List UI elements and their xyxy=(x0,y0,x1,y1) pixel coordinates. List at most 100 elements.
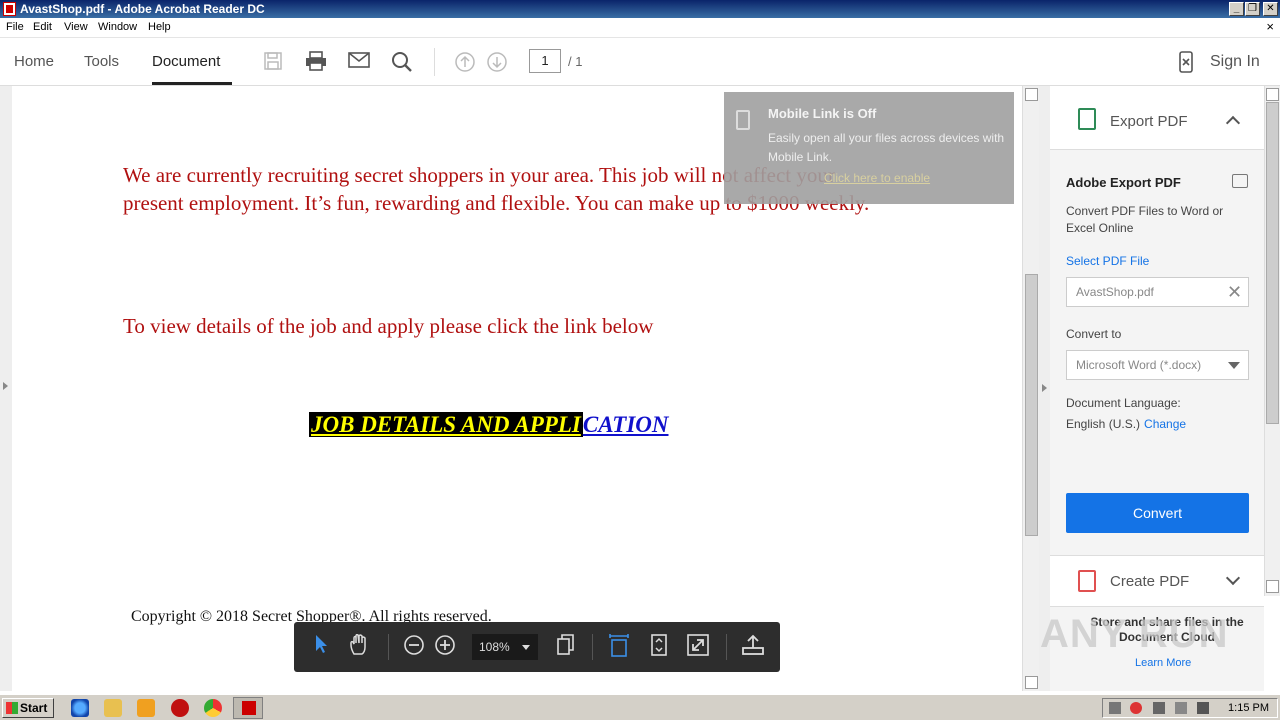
next-page-icon[interactable] xyxy=(486,51,508,73)
start-button[interactable]: Start xyxy=(2,698,54,718)
sign-in-link[interactable]: Sign In xyxy=(1210,53,1260,71)
tray-app-icon[interactable] xyxy=(1197,702,1209,714)
export-info-icon[interactable] xyxy=(1232,174,1248,188)
previous-page-icon[interactable] xyxy=(454,51,476,73)
tab-document[interactable]: Document xyxy=(152,53,220,70)
menu-window[interactable]: Window xyxy=(98,21,137,33)
link-text-highlighted[interactable]: JOB DETAILS AND APPLI xyxy=(309,412,583,437)
close-document-icon[interactable]: × xyxy=(1266,19,1274,34)
link-text-rest[interactable]: CATION xyxy=(583,412,669,437)
pane-scroll-thumb[interactable] xyxy=(1266,102,1279,424)
zoom-level-select[interactable]: 108% xyxy=(472,634,538,660)
expand-left-icon xyxy=(3,382,8,390)
tools-pane-scrollbar[interactable] xyxy=(1264,86,1280,596)
language-text: English (U.S.) xyxy=(1066,417,1141,431)
create-pdf-icon xyxy=(1078,570,1096,592)
anyrun-watermark: ANY RUN xyxy=(1040,612,1229,656)
chevron-up-icon[interactable] xyxy=(1225,115,1241,131)
search-icon[interactable] xyxy=(391,51,413,73)
pane-scroll-up-arrow[interactable] xyxy=(1266,88,1279,101)
tab-tools[interactable]: Tools xyxy=(84,53,119,70)
create-pdf-header[interactable]: Create PDF xyxy=(1050,555,1264,607)
convert-format-select[interactable]: Microsoft Word (*.docx) xyxy=(1066,350,1249,380)
acrobat-taskbar-button[interactable] xyxy=(233,697,263,719)
opera-icon[interactable] xyxy=(171,699,189,717)
adobe-export-title: Adobe Export PDF xyxy=(1066,175,1181,190)
right-pane-toggle[interactable] xyxy=(1039,86,1050,691)
selected-file-field[interactable]: AvastShop.pdf ✕ xyxy=(1066,277,1249,307)
fit-width-icon[interactable] xyxy=(606,634,632,660)
zoom-level-value: 108% xyxy=(479,640,510,654)
chevron-down-icon[interactable] xyxy=(1225,570,1241,586)
notification-desc: Easily open all your files across device… xyxy=(768,131,1005,164)
scroll-down-arrow[interactable] xyxy=(1025,676,1038,689)
menu-file[interactable]: File xyxy=(6,21,24,33)
doc-paragraph-instructions: To view details of the job and apply ple… xyxy=(123,314,654,338)
share-upload-icon[interactable] xyxy=(740,634,766,660)
clear-file-icon[interactable]: ✕ xyxy=(1227,278,1242,306)
zoom-dropdown-icon xyxy=(522,645,530,650)
export-pdf-icon xyxy=(1078,108,1096,130)
menu-edit[interactable]: Edit xyxy=(33,21,52,33)
mobile-device-icon xyxy=(736,110,750,130)
menu-view[interactable]: View xyxy=(64,21,88,33)
hand-tool-icon[interactable] xyxy=(346,633,372,660)
tools-pane: Export PDF Adobe Export PDF Convert PDF … xyxy=(1050,86,1264,691)
zoom-out-icon[interactable] xyxy=(401,634,427,660)
internet-explorer-icon[interactable] xyxy=(71,699,89,717)
enable-mobile-link[interactable]: Click here to enable xyxy=(824,171,930,185)
scroll-thumb[interactable] xyxy=(1025,274,1038,536)
convert-to-label: Convert to xyxy=(1066,327,1122,341)
minimize-button[interactable]: _ xyxy=(1229,2,1244,16)
volume-icon[interactable] xyxy=(1175,702,1187,714)
document-scrollbar[interactable] xyxy=(1022,86,1039,691)
media-player-icon[interactable] xyxy=(137,699,155,717)
zoom-in-icon[interactable] xyxy=(432,634,458,660)
print-icon[interactable] xyxy=(305,51,327,73)
change-language-link[interactable]: Change xyxy=(1144,417,1186,431)
page-view-icon[interactable] xyxy=(553,634,579,660)
tray-arrow-icon[interactable] xyxy=(1109,702,1121,714)
main-toolbar: Home Tools Document 1 / 1 Sign In xyxy=(0,38,1280,86)
floating-toolbar: 108% xyxy=(294,622,780,672)
scroll-up-arrow[interactable] xyxy=(1025,88,1038,101)
close-window-button[interactable]: ✕ xyxy=(1263,2,1278,16)
select-tool-icon[interactable] xyxy=(308,634,334,660)
pane-scroll-down-arrow[interactable] xyxy=(1266,580,1279,593)
tab-home[interactable]: Home xyxy=(14,53,54,70)
window-title: AvastShop.pdf - Adobe Acrobat Reader DC xyxy=(20,2,265,16)
document-language-value: English (U.S.) Change xyxy=(1066,417,1186,431)
start-label: Start xyxy=(20,701,48,715)
collapse-right-icon xyxy=(1042,384,1047,392)
windows-taskbar: Start 1:15 PM xyxy=(0,694,1280,720)
export-pdf-title[interactable]: Export PDF xyxy=(1110,113,1188,130)
dropdown-arrow-icon xyxy=(1228,362,1240,369)
maximize-button[interactable]: ❐ xyxy=(1245,2,1260,16)
clock: 1:15 PM xyxy=(1228,702,1269,714)
export-pdf-header[interactable]: Export PDF xyxy=(1050,86,1264,150)
document-language-label: Document Language: xyxy=(1066,396,1181,410)
create-pdf-title[interactable]: Create PDF xyxy=(1110,573,1189,590)
selected-file-name: AvastShop.pdf xyxy=(1076,285,1154,299)
job-application-link[interactable]: JOB DETAILS AND APPLICATION xyxy=(309,412,669,440)
menu-help[interactable]: Help xyxy=(148,21,171,33)
acrobat-taskbar-icon xyxy=(242,701,256,715)
chrome-icon[interactable] xyxy=(204,699,222,717)
page-total: / 1 xyxy=(568,54,583,69)
active-tab-indicator xyxy=(152,82,232,85)
fit-page-icon[interactable] xyxy=(646,634,672,660)
menu-bar: File Edit View Window Help × xyxy=(0,18,1280,38)
select-pdf-file-link[interactable]: Select PDF File xyxy=(1066,254,1149,268)
full-screen-icon[interactable] xyxy=(685,634,711,660)
save-icon[interactable] xyxy=(262,51,284,73)
mobile-link-icon[interactable] xyxy=(1175,51,1197,73)
convert-button[interactable]: Convert xyxy=(1066,493,1249,533)
file-explorer-icon[interactable] xyxy=(104,699,122,717)
email-icon[interactable] xyxy=(348,51,370,73)
tray-alert-icon[interactable] xyxy=(1130,702,1142,714)
left-pane-toggle[interactable] xyxy=(0,86,12,691)
network-icon[interactable] xyxy=(1153,702,1165,714)
system-tray: 1:15 PM xyxy=(1102,698,1278,718)
acrobat-app-icon xyxy=(3,2,16,16)
page-number-input[interactable]: 1 xyxy=(529,49,561,73)
